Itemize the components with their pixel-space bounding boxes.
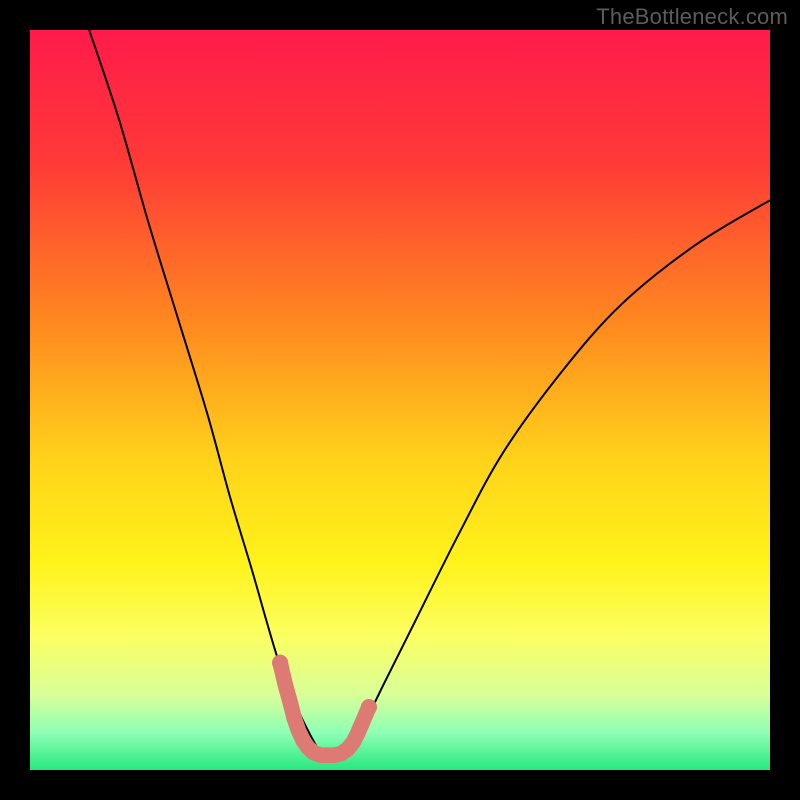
plot-area: [30, 30, 770, 770]
highlight-dot: [361, 699, 377, 715]
watermark-text: TheBottleneck.com: [596, 4, 788, 30]
highlight-worm: [280, 663, 369, 756]
chart-frame: TheBottleneck.com: [0, 0, 800, 800]
bottleneck-curve: [89, 30, 770, 756]
highlight-markers: [272, 655, 377, 756]
curve-layer: [30, 30, 770, 770]
highlight-dot: [272, 655, 288, 671]
